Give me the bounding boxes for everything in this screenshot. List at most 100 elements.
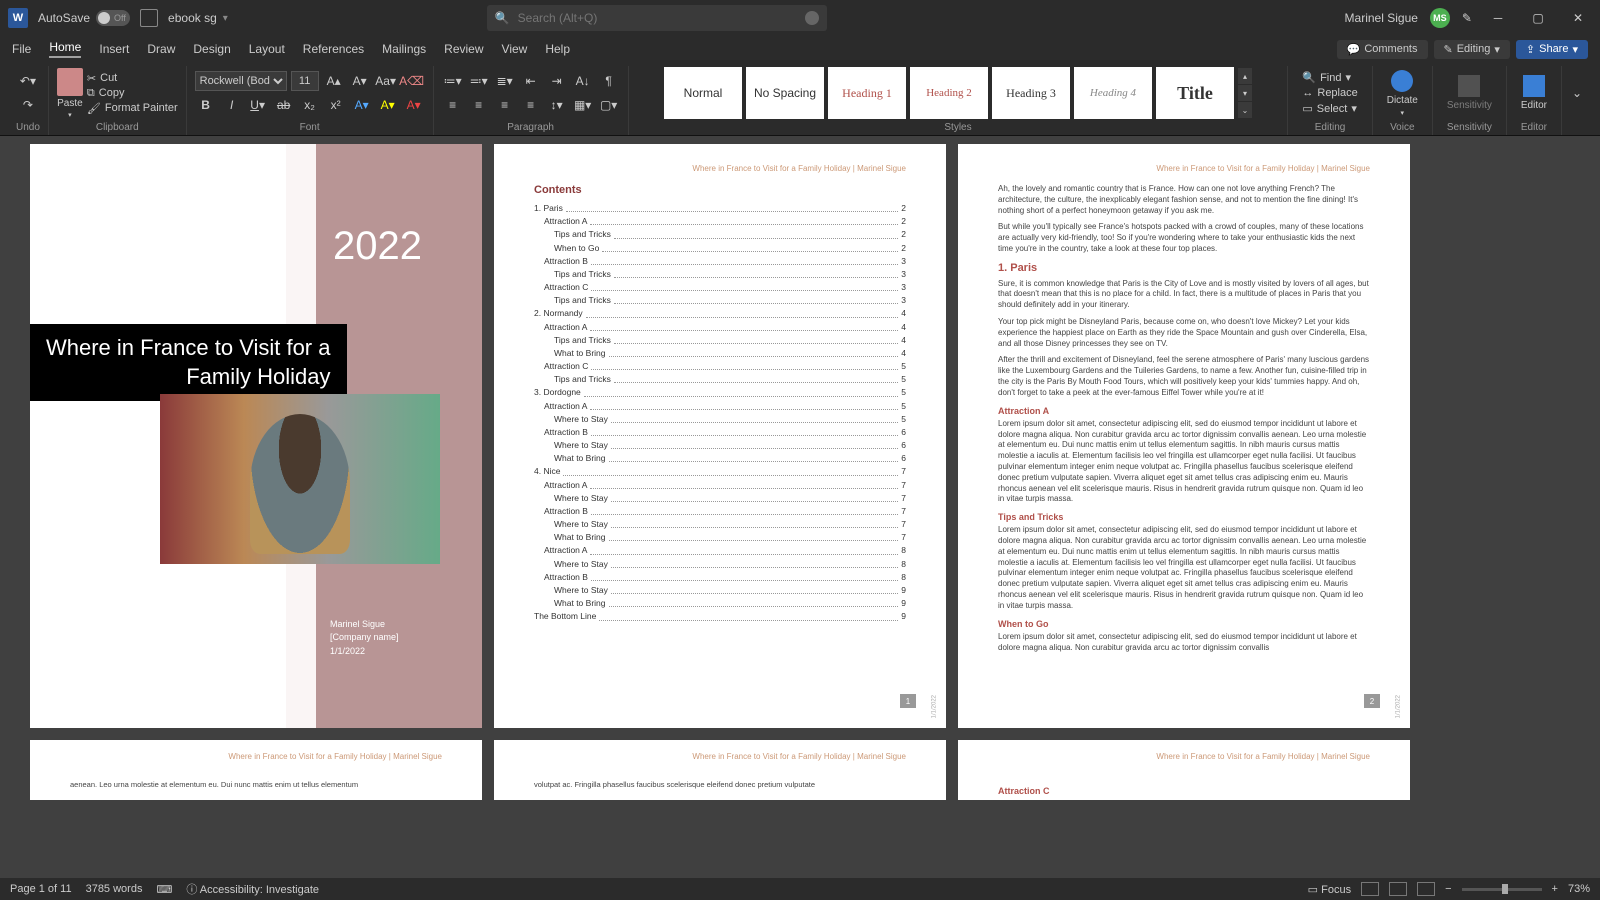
- sort-button[interactable]: A↓: [572, 70, 594, 92]
- inc-indent-button[interactable]: ⇥: [546, 70, 568, 92]
- maximize-button[interactable]: ▢: [1524, 11, 1552, 25]
- font-name-select[interactable]: Rockwell (Body): [195, 71, 287, 91]
- view-print-button[interactable]: [1389, 882, 1407, 896]
- toc-row[interactable]: Tips and Tricks3: [534, 294, 906, 307]
- chevron-down-icon[interactable]: ⌄: [1566, 82, 1588, 104]
- font-color-button[interactable]: A▾: [403, 94, 425, 116]
- status-words[interactable]: 3785 words: [86, 883, 143, 895]
- editor-button[interactable]: Editor: [1515, 73, 1553, 113]
- replace-button[interactable]: ↔ Replace: [1302, 87, 1357, 99]
- toc-row[interactable]: Attraction B8: [534, 571, 906, 584]
- status-page[interactable]: Page 1 of 11: [10, 883, 72, 895]
- multilevel-button[interactable]: ≣▾: [494, 70, 516, 92]
- mic-icon[interactable]: [805, 11, 819, 25]
- highlight-button[interactable]: A▾: [377, 94, 399, 116]
- page-body[interactable]: Where in France to Visit for a Family Ho…: [958, 144, 1410, 728]
- zoom-out-button[interactable]: −: [1445, 883, 1451, 895]
- tab-file[interactable]: File: [12, 42, 31, 56]
- toc-row[interactable]: Tips and Tricks5: [534, 373, 906, 386]
- borders-button[interactable]: ▢▾: [598, 94, 620, 116]
- user-name[interactable]: Marinel Sigue: [1345, 11, 1418, 25]
- toc-row[interactable]: Where to Stay6: [534, 439, 906, 452]
- toc-row[interactable]: Attraction B3: [534, 255, 906, 268]
- font-size-input[interactable]: [291, 71, 319, 91]
- align-right-button[interactable]: ≡: [494, 94, 516, 116]
- ribbon-mode-icon[interactable]: ✎: [1462, 11, 1472, 25]
- toc-row[interactable]: Where to Stay5: [534, 413, 906, 426]
- tab-insert[interactable]: Insert: [99, 42, 129, 56]
- document-canvas[interactable]: 2022 Where in France to Visit for aFamil…: [0, 136, 1600, 878]
- toc-row[interactable]: 4. Nice7: [534, 465, 906, 478]
- tab-home[interactable]: Home: [49, 40, 81, 58]
- clear-format-button[interactable]: A⌫: [401, 70, 423, 92]
- find-button[interactable]: 🔍 Find ▾: [1302, 71, 1357, 84]
- toc-row[interactable]: Attraction A4: [534, 321, 906, 334]
- tab-mailings[interactable]: Mailings: [382, 42, 426, 56]
- focus-button[interactable]: ▭ Focus: [1308, 883, 1351, 896]
- toc-row[interactable]: Tips and Tricks4: [534, 334, 906, 347]
- toc-row[interactable]: Attraction B7: [534, 505, 906, 518]
- tab-draw[interactable]: Draw: [147, 42, 175, 56]
- toc-row[interactable]: Attraction B6: [534, 426, 906, 439]
- tab-view[interactable]: View: [502, 42, 528, 56]
- align-center-button[interactable]: ≡: [468, 94, 490, 116]
- toc-row[interactable]: Tips and Tricks3: [534, 268, 906, 281]
- toc-row[interactable]: Where to Stay9: [534, 584, 906, 597]
- grow-font-button[interactable]: A▴: [323, 70, 345, 92]
- superscript-button[interactable]: x²: [325, 94, 347, 116]
- shrink-font-button[interactable]: A▾: [349, 70, 371, 92]
- bold-button[interactable]: B: [195, 94, 217, 116]
- show-marks-button[interactable]: ¶: [598, 70, 620, 92]
- numbering-button[interactable]: ≕▾: [468, 70, 490, 92]
- minimize-button[interactable]: ─: [1484, 11, 1512, 25]
- toc-row[interactable]: What to Bring9: [534, 597, 906, 610]
- view-read-button[interactable]: [1361, 882, 1379, 896]
- page-toc[interactable]: Where in France to Visit for a Family Ho…: [494, 144, 946, 728]
- toc-row[interactable]: Attraction A5: [534, 400, 906, 413]
- style-heading3[interactable]: Heading 3: [992, 67, 1070, 119]
- status-lang-icon[interactable]: ⌨: [156, 883, 172, 896]
- change-case-button[interactable]: Aa▾: [375, 70, 397, 92]
- dictate-button[interactable]: Dictate▾: [1381, 68, 1424, 119]
- paste-button[interactable]: Paste▾: [57, 68, 83, 119]
- toc-row[interactable]: Where to Stay8: [534, 558, 906, 571]
- toc-row[interactable]: 3. Dordogne5: [534, 386, 906, 399]
- editing-mode-button[interactable]: ✎ Editing ▾: [1434, 40, 1510, 59]
- tab-help[interactable]: Help: [545, 42, 570, 56]
- autosave-toggle[interactable]: Off: [96, 10, 130, 26]
- styles-scroll[interactable]: ▴▾⌄: [1238, 68, 1252, 118]
- document-name[interactable]: ebook sg: [168, 11, 217, 25]
- align-left-button[interactable]: ≡: [442, 94, 464, 116]
- share-button[interactable]: ⇪ Share ▾: [1516, 40, 1588, 59]
- style-normal[interactable]: Normal: [664, 67, 742, 119]
- toc-row[interactable]: Attraction A8: [534, 544, 906, 557]
- page-peek[interactable]: Where in France to Visit for a Family Ho…: [494, 740, 946, 800]
- bullets-button[interactable]: ≔▾: [442, 70, 464, 92]
- toc-row[interactable]: Attraction A7: [534, 479, 906, 492]
- search-input[interactable]: [518, 11, 797, 25]
- subscript-button[interactable]: x₂: [299, 94, 321, 116]
- tab-review[interactable]: Review: [444, 42, 483, 56]
- strike-button[interactable]: ab: [273, 94, 295, 116]
- toc-row[interactable]: Attraction A2: [534, 215, 906, 228]
- toc-row[interactable]: Attraction C3: [534, 281, 906, 294]
- view-web-button[interactable]: [1417, 882, 1435, 896]
- toc-row[interactable]: What to Bring4: [534, 347, 906, 360]
- zoom-value[interactable]: 73%: [1568, 883, 1590, 895]
- copy-button[interactable]: ⧉ Copy: [87, 87, 178, 100]
- close-button[interactable]: ✕: [1564, 11, 1592, 25]
- cut-button[interactable]: ✂ Cut: [87, 72, 178, 85]
- toc-row[interactable]: Tips and Tricks2: [534, 228, 906, 241]
- page-cover[interactable]: 2022 Where in France to Visit for aFamil…: [30, 144, 482, 728]
- toc-row[interactable]: Where to Stay7: [534, 492, 906, 505]
- redo-button[interactable]: ↷: [17, 94, 39, 116]
- toc-row[interactable]: 2. Normandy4: [534, 307, 906, 320]
- search-box[interactable]: 🔍: [487, 5, 827, 31]
- toc-row[interactable]: Where to Stay7: [534, 518, 906, 531]
- tab-design[interactable]: Design: [193, 42, 230, 56]
- page-peek[interactable]: Where in France to Visit for a Family Ho…: [30, 740, 482, 800]
- comments-button[interactable]: 💬 Comments: [1337, 40, 1428, 59]
- text-effects-button[interactable]: A▾: [351, 94, 373, 116]
- toc-row[interactable]: What to Bring6: [534, 452, 906, 465]
- dec-indent-button[interactable]: ⇤: [520, 70, 542, 92]
